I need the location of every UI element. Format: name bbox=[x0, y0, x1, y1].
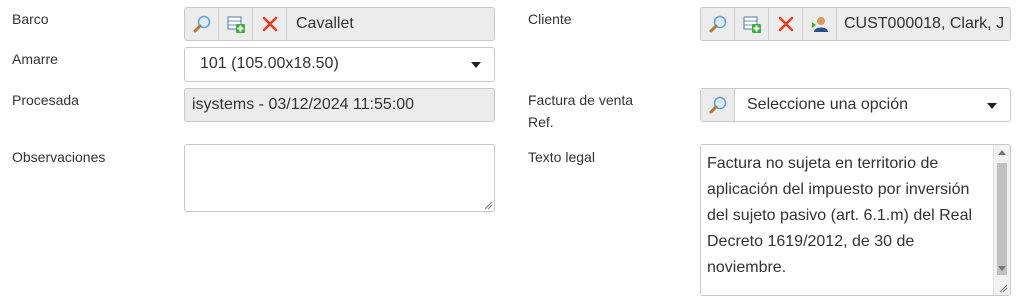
cliente-add-button[interactable] bbox=[735, 8, 769, 40]
resize-handle-icon[interactable] bbox=[484, 201, 493, 210]
cliente-search-button[interactable] bbox=[701, 8, 735, 40]
barco-search-button[interactable] bbox=[185, 8, 219, 40]
vertical-scrollbar[interactable] bbox=[993, 145, 1010, 295]
resize-handle-icon[interactable] bbox=[999, 284, 1008, 293]
procesada-field: isystems - 03/12/2024 11:55:00 bbox=[184, 88, 495, 122]
barco-value: Cavallet bbox=[296, 15, 354, 32]
factura-label-line2: Ref. bbox=[528, 114, 554, 130]
magnifier-icon bbox=[709, 15, 726, 33]
user-contact-icon bbox=[811, 17, 828, 32]
factura-label: Factura de venta Ref. bbox=[528, 89, 633, 133]
cliente-clear-button[interactable] bbox=[769, 8, 803, 40]
scrollbar-thumb[interactable] bbox=[997, 163, 1007, 275]
delete-x-icon bbox=[778, 16, 793, 32]
observaciones-textarea[interactable] bbox=[184, 144, 495, 212]
barco-add-button[interactable] bbox=[219, 8, 253, 40]
add-record-icon bbox=[226, 16, 245, 33]
cliente-label: Cliente bbox=[528, 11, 572, 27]
observaciones-label: Observaciones bbox=[12, 149, 106, 165]
factura-select[interactable]: Seleccione una opción bbox=[700, 88, 1011, 122]
barco-label: Barco bbox=[12, 11, 49, 27]
texto-legal-value: Factura no sujeta en territorio de aplic… bbox=[707, 155, 973, 276]
cliente-field: CUST000018, Clark, J bbox=[700, 7, 1011, 41]
cliente-value: CUST000018, Clark, J bbox=[844, 15, 1005, 32]
barco-field: Cavallet bbox=[184, 7, 495, 41]
factura-placeholder: Seleccione una opción bbox=[747, 96, 909, 113]
procesada-label: Procesada bbox=[12, 92, 79, 108]
amarre-select[interactable]: 101 (105.00x18.50) bbox=[184, 47, 495, 82]
barco-clear-button[interactable] bbox=[253, 8, 287, 40]
texto-legal-textarea[interactable]: Factura no sujeta en territorio de aplic… bbox=[700, 144, 1011, 296]
procesada-value: isystems - 03/12/2024 11:55:00 bbox=[192, 96, 415, 113]
magnifier-icon bbox=[193, 15, 210, 33]
factura-label-line1: Factura de venta bbox=[528, 92, 634, 108]
scroll-up-arrow-icon[interactable] bbox=[998, 150, 1006, 155]
chevron-down-icon bbox=[987, 103, 997, 109]
cliente-view-button[interactable] bbox=[803, 8, 837, 40]
chevron-down-icon bbox=[471, 62, 481, 68]
amarre-label: Amarre bbox=[12, 51, 58, 67]
scroll-down-arrow-icon[interactable] bbox=[998, 266, 1006, 271]
factura-search-button[interactable] bbox=[701, 89, 735, 121]
amarre-selected-value: 101 (105.00x18.50) bbox=[200, 55, 339, 72]
add-record-icon bbox=[742, 16, 761, 33]
texto-legal-label: Texto legal bbox=[528, 149, 595, 165]
magnifier-icon bbox=[709, 96, 726, 114]
delete-x-icon bbox=[262, 16, 277, 32]
